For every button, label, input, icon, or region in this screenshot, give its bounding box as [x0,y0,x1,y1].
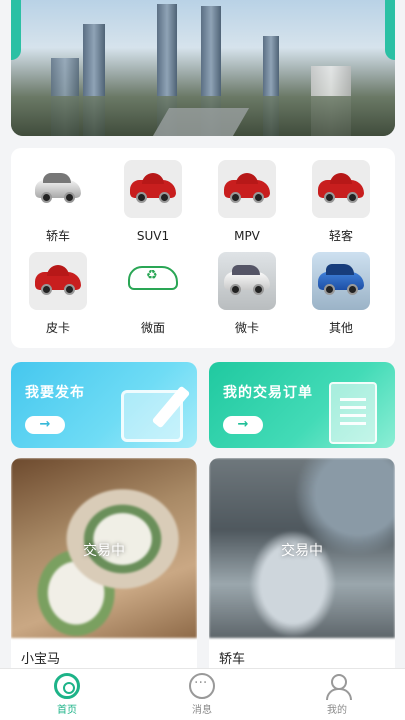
status-badge: 交易中 [281,543,323,559]
category-light-bus[interactable]: 轻客 [301,160,381,244]
banner-road [152,108,250,136]
bottom-tab-bar: 首页 消息 我的 [0,668,405,720]
tab-label: 首页 [57,705,77,716]
tab-label: 消息 [192,705,212,716]
category-mpv[interactable]: MPV [207,160,287,244]
listing-card[interactable]: 交易中 小宝马 [11,458,197,668]
listing-title: 轿车 [219,652,246,667]
listing-card[interactable]: 交易中 轿车 [209,458,395,668]
home-icon [54,673,80,699]
category-label: 轻客 [328,229,353,243]
orders-title: 我的交易订单 [223,385,313,401]
category-sedan[interactable]: 轿车 [18,160,98,244]
category-label: 皮卡 [45,321,70,335]
tab-label: 我的 [327,705,347,716]
publish-card[interactable]: 我要发布 → [11,362,197,448]
mini-truck-icon [218,252,276,310]
category-pickup[interactable]: 皮卡 [18,252,98,336]
arrow-right-icon: → [25,416,65,434]
mpv-car-icon [218,160,276,218]
light-bus-icon [312,160,370,218]
suv-car-icon [124,160,182,218]
category-mini-van[interactable]: 微面 [113,252,193,336]
category-other[interactable]: 其他 [301,252,381,336]
category-label: 微面 [140,321,165,335]
category-suv[interactable]: SUV1 [113,160,193,244]
status-badge: 交易中 [83,543,125,559]
city-banner[interactable] [11,0,395,136]
category-label: MPV [234,229,260,243]
user-icon [324,673,352,700]
category-label: SUV1 [136,229,170,243]
sedan-car-icon [29,160,87,218]
listing-title: 小宝马 [21,652,61,667]
mini-van-icon [124,252,182,310]
publish-title: 我要发布 [25,385,85,401]
tab-messages[interactable]: 消息 [162,673,242,716]
category-grid: 轿车 SUV1 MPV 轻客 皮卡 微面 微卡 其他 [11,148,395,348]
arrow-right-icon: → [223,416,263,434]
other-car-icon [312,252,370,310]
category-label: 微卡 [234,321,259,335]
category-mini-truck[interactable]: 微卡 [207,252,287,336]
category-label: 其他 [328,321,353,335]
document-icon [329,382,377,444]
tab-mine[interactable]: 我的 [297,673,377,716]
my-orders-card[interactable]: 我的交易订单 → [209,362,395,448]
tab-home[interactable]: 首页 [27,673,107,716]
category-label: 轿车 [45,229,70,243]
pickup-car-icon [29,252,87,310]
chat-bubble-icon [189,673,215,699]
